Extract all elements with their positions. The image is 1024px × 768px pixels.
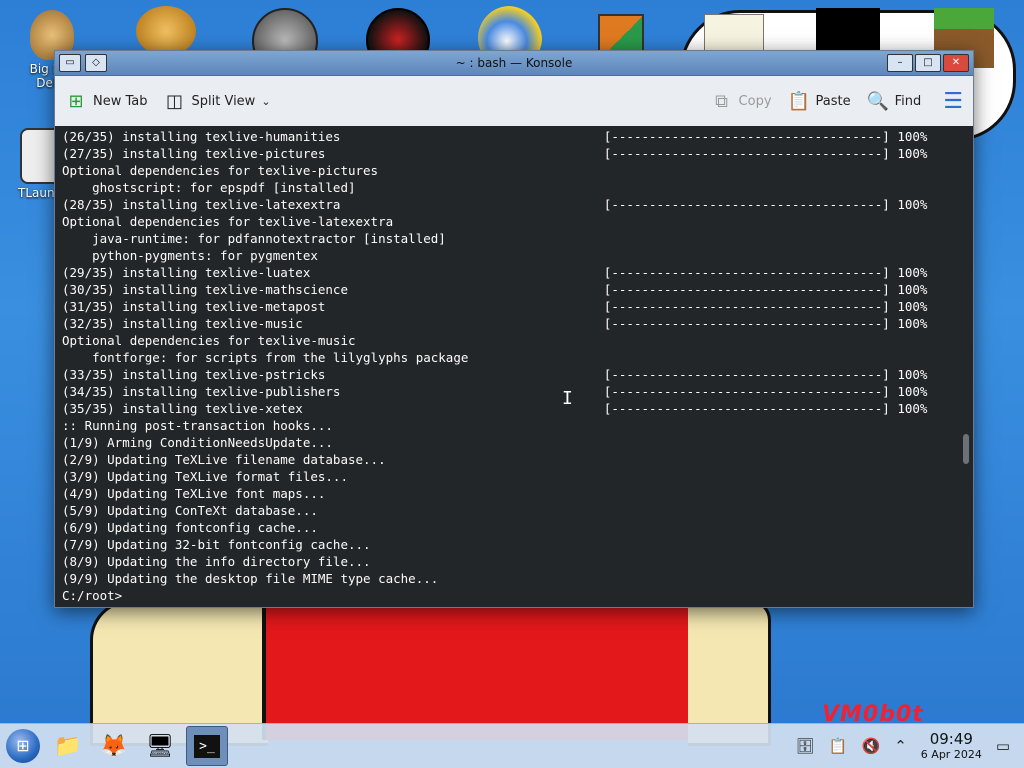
terminal-line: (29/35) installing texlive-luatex [-----…	[62, 265, 928, 280]
terminal-line: (1/9) Arming ConditionNeedsUpdate...	[62, 435, 333, 450]
terminal-line: :: Running post-transaction hooks...	[62, 418, 333, 433]
terminal-line: (2/9) Updating TeXLive filename database…	[62, 452, 386, 467]
terminal-line: (31/35) installing texlive-metapost [---…	[62, 299, 928, 314]
clock-date: 6 Apr 2024	[920, 748, 982, 761]
chevron-up-icon[interactable]: ⌃	[894, 737, 907, 755]
terminal-line: (4/9) Updating TeXLive font maps...	[62, 486, 326, 501]
clock-time: 09:49	[929, 730, 973, 748]
terminal-line: fontforge: for scripts from the lilyglyp…	[62, 350, 469, 365]
terminal-line: (9/9) Updating the desktop file MIME typ…	[62, 571, 439, 586]
terminal-line: Optional dependencies for texlive-pictur…	[62, 163, 379, 178]
maximize-button[interactable]: □	[915, 54, 941, 72]
start-menu-button[interactable]: ⊞	[6, 729, 40, 763]
chevron-down-icon: ⌄	[261, 94, 271, 108]
minimize-button[interactable]: –	[887, 54, 913, 72]
hamburger-menu-icon[interactable]: ☰	[943, 89, 963, 114]
new-tab-label: New Tab	[93, 93, 148, 109]
terminal-line: (32/35) installing texlive-music [------…	[62, 316, 928, 331]
paste-icon: 📋	[787, 90, 810, 112]
vault-icon[interactable]: 🗄	[796, 737, 815, 755]
taskbar-konsole[interactable]: >_	[186, 726, 228, 766]
clipboard-icon[interactable]: 📋	[829, 737, 848, 755]
paste-button[interactable]: 📋 Paste	[788, 91, 851, 112]
keep-above-icon[interactable]: ◇	[85, 54, 107, 72]
system-settings-icon: 🖥	[146, 733, 174, 759]
terminal-line: (35/35) installing texlive-xetex [------…	[62, 401, 928, 416]
volume-muted-icon[interactable]: 🔇	[862, 737, 881, 755]
terminal-line: (7/9) Updating 32-bit fontconfig cache..…	[62, 537, 371, 552]
system-tray: 🗄 📋 🔇 ⌃ 09:49 6 Apr 2024 ▭	[796, 730, 1024, 762]
terminal-line: java-runtime: for pdfannotextractor [ins…	[62, 231, 446, 246]
konsole-window[interactable]: ▭ ◇ ~ : bash — Konsole – □ ✕ ⊞ New Tab ◫…	[54, 50, 974, 608]
clock[interactable]: 09:49 6 Apr 2024	[920, 730, 982, 762]
new-tab-icon: ⊞	[68, 90, 84, 112]
terminal-line: ghostscript: for epspdf [installed]	[62, 180, 356, 195]
konsole-icon: >_	[194, 734, 220, 758]
wallpaper-figure-center	[262, 600, 696, 740]
find-label: Find	[894, 93, 922, 109]
terminal-line: (6/9) Updating fontconfig cache...	[62, 520, 318, 535]
copy-icon: ⧉	[715, 90, 728, 112]
paste-label: Paste	[815, 93, 851, 109]
new-tab-button[interactable]: ⊞ New Tab	[65, 90, 148, 112]
terminal-line: (8/9) Updating the info directory file..…	[62, 554, 371, 569]
terminal-line: (33/35) installing texlive-pstricks [---…	[62, 367, 928, 382]
konsole-toolbar: ⊞ New Tab ◫ Split View ⌄ ⧉ Copy 📋 Paste …	[55, 76, 973, 127]
window-titlebar[interactable]: ▭ ◇ ~ : bash — Konsole – □ ✕	[55, 51, 973, 76]
terminal-line: python-pygments: for pygmentex	[62, 248, 318, 263]
search-icon: 🔍	[866, 90, 890, 112]
window-menu-icon[interactable]: ▭	[59, 54, 81, 72]
terminal-line: (5/9) Updating ConTeXt database...	[62, 503, 318, 518]
terminal-line: (30/35) installing texlive-mathscience […	[62, 282, 928, 297]
copy-label: Copy	[738, 93, 772, 109]
copy-button[interactable]: ⧉ Copy	[711, 90, 772, 112]
split-view-icon: ◫	[165, 90, 183, 112]
taskbar: ⊞ 📁 🦊 🖥 >_ 🗄 📋 🔇 ⌃ 09:49 6 Apr 2024 ▭	[0, 723, 1024, 768]
terminal-output[interactable]: (26/35) installing texlive-humanities [-…	[55, 126, 959, 607]
terminal-scrollbar[interactable]	[959, 126, 973, 607]
show-desktop-icon[interactable]: ▭	[996, 737, 1010, 755]
terminal-line: (27/35) installing texlive-pictures [---…	[62, 146, 928, 161]
terminal-text: (26/35) installing texlive-humanities [-…	[55, 126, 959, 604]
window-title: ~ : bash — Konsole	[455, 56, 573, 70]
terminal-line: (3/9) Updating TeXLive format files...	[62, 469, 348, 484]
find-button[interactable]: 🔍 Find	[867, 91, 922, 112]
terminal-line: (26/35) installing texlive-humanities [-…	[62, 129, 928, 144]
file-manager-icon: 📁	[54, 733, 82, 759]
terminal-line: (28/35) installing texlive-latexextra [-…	[62, 197, 928, 212]
close-button[interactable]: ✕	[943, 54, 969, 72]
split-view-label: Split View	[191, 93, 256, 109]
terminal-line: Optional dependencies for texlive-music	[62, 333, 356, 348]
taskbar-firefox[interactable]: 🦊	[94, 727, 134, 765]
taskbar-system-settings[interactable]: 🖥	[140, 727, 180, 765]
terminal-line: C:/root>	[62, 588, 123, 603]
terminal-line: Optional dependencies for texlive-latexe…	[62, 214, 394, 229]
terminal-line: (34/35) installing texlive-publishers [-…	[62, 384, 928, 399]
firefox-icon: 🦊	[100, 733, 128, 759]
taskbar-file-manager[interactable]: 📁	[48, 727, 88, 765]
mouse-ibeam-cursor: I	[562, 388, 573, 409]
gear-app-icon[interactable]	[136, 6, 196, 56]
scrollbar-thumb[interactable]	[963, 434, 969, 464]
split-view-button[interactable]: ◫ Split View ⌄	[164, 91, 271, 112]
